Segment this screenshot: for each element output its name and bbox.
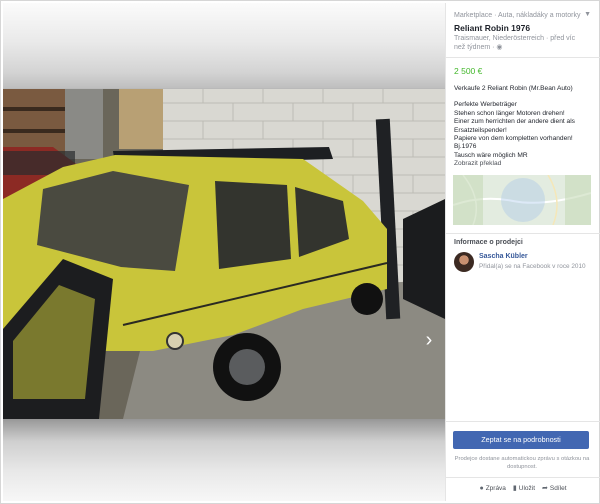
location-text: Traismauer, Niederösterreich · před víc … — [454, 35, 576, 51]
next-photo-arrow[interactable]: › — [421, 329, 437, 351]
description-spacer — [454, 93, 594, 101]
share-label: Sdílet — [549, 484, 567, 492]
seller-info-heading: Informace o prodejci — [454, 239, 523, 246]
description-line: Stehen schon länger Motoren drehen! — [454, 109, 565, 117]
divider — [446, 233, 600, 234]
ask-details-button[interactable]: Zeptat se na podrobnosti — [453, 431, 589, 449]
bookmark-icon: ▮ — [512, 485, 517, 492]
breadcrumb[interactable]: Marketplace · Auta, nákladáky a motorky — [454, 12, 580, 19]
save-label: Uložit — [518, 484, 536, 492]
show-translation-link[interactable]: Zobrazit překlad — [454, 160, 501, 167]
share-icon: ➦ — [542, 485, 548, 492]
listing-photo[interactable]: › — [3, 89, 445, 419]
description-line: Perfekte Werbeträger — [454, 101, 517, 109]
description-line: Einer zum herrichten der andere dient al… — [454, 118, 575, 126]
cta-note: Prodejce dostane automatickou zprávu s o… — [454, 456, 590, 470]
description-line: Ersatzteilspender! — [454, 126, 507, 134]
seller-joined: Přidal(a) se na Facebook v roce 2010 — [479, 263, 586, 270]
details-panel: Marketplace · Auta, nákladáky a motorky … — [445, 3, 600, 501]
globe-icon: ◉ — [496, 44, 503, 51]
listing-description: Verkaufe 2 Reliant Robin (Mr.Bean Auto) … — [454, 85, 594, 160]
description-line: Bj.1976 — [454, 143, 477, 151]
divider — [446, 421, 600, 422]
action-bar: ● Zpráva ▮ Uložit ➦ Sdílet — [446, 484, 600, 493]
avatar[interactable] — [454, 252, 474, 272]
save-button[interactable]: ▮ Uložit — [512, 484, 536, 493]
description-line: Verkaufe 2 Reliant Robin (Mr.Bean Auto) — [454, 85, 573, 92]
seller-name[interactable]: Sascha Kübler — [479, 253, 528, 260]
message-button[interactable]: ● Zpráva — [479, 484, 505, 492]
divider — [446, 57, 600, 58]
share-button[interactable]: ➦ Sdílet — [542, 484, 567, 493]
divider — [446, 477, 600, 478]
listing-modal: › Marketplace · Auta, nákladáky a motork… — [0, 0, 600, 504]
messenger-icon: ● — [479, 484, 484, 492]
listing-price: 2 500 € — [454, 66, 483, 76]
chevron-down-icon[interactable]: ▼ — [584, 11, 591, 18]
message-label: Zpráva — [485, 484, 506, 492]
location-map[interactable] — [453, 175, 591, 225]
listing-location: Traismauer, Niederösterreich · před víc … — [454, 34, 586, 52]
description-line: Papiere von dem kompletten vorhanden! — [454, 135, 573, 143]
photo-viewer: › — [3, 3, 445, 501]
description-line: Tausch wäre möglich MR — [454, 151, 528, 159]
listing-title: Reliant Robin 1976 — [454, 23, 531, 33]
